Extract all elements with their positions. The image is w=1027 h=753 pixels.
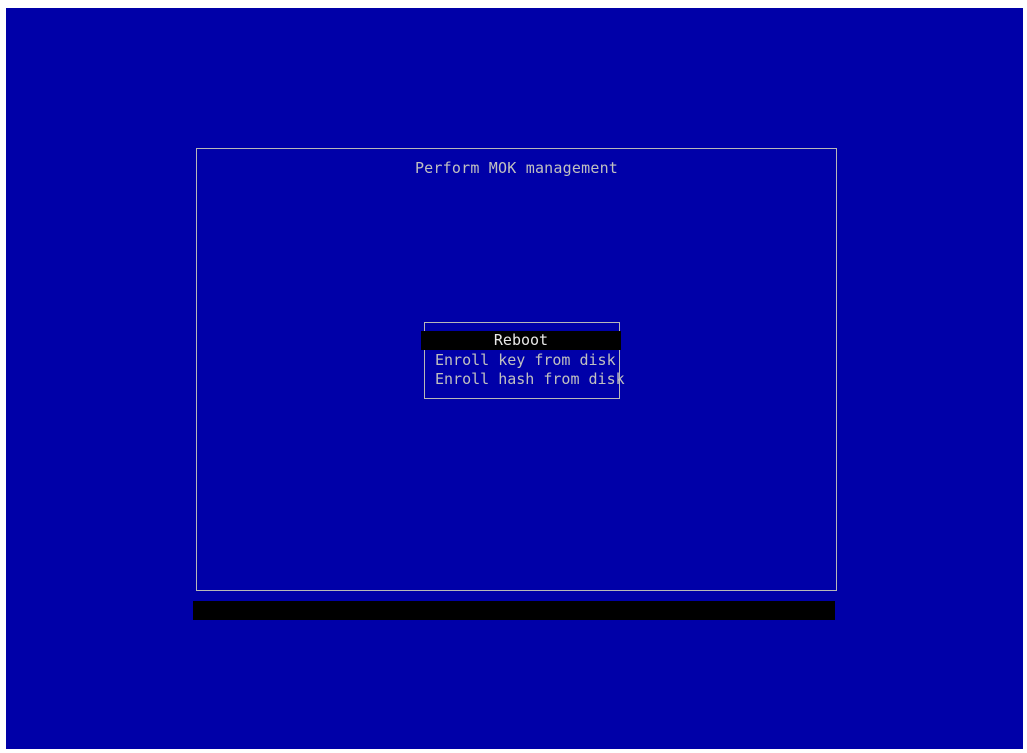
menu-item-enroll-key-from-disk[interactable]: Enroll key from disk <box>435 351 616 370</box>
menu-item-enroll-hash-from-disk[interactable]: Enroll hash from disk <box>435 370 625 389</box>
mok-manager-screen: Perform MOK management Reboot Enroll key… <box>6 8 1023 749</box>
dialog-title: Perform MOK management <box>414 159 619 177</box>
menu-item-reboot[interactable]: Reboot <box>421 331 621 350</box>
mok-menu: Reboot Enroll key from disk Enroll hash … <box>421 322 625 399</box>
status-bar <box>193 601 835 620</box>
